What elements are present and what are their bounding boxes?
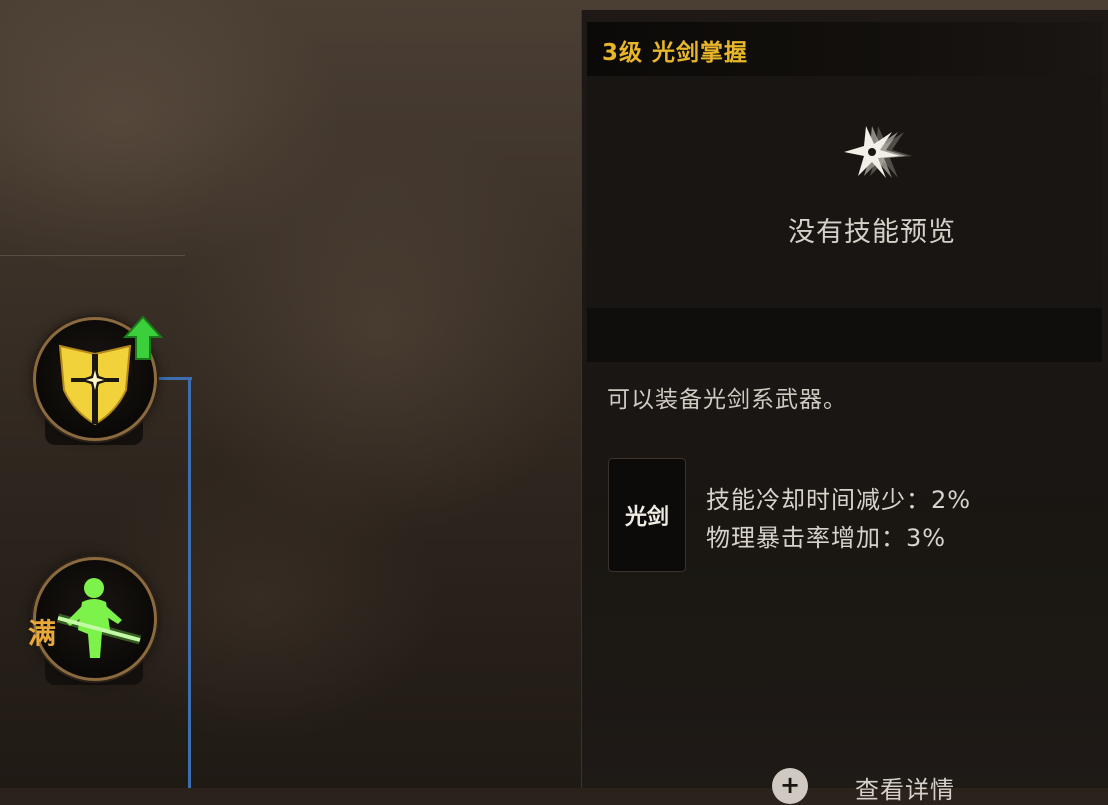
skill-node-shield[interactable]: 0	[30, 315, 163, 450]
equipment-type-badge: 光剑	[608, 458, 686, 572]
stat-crit-rate: 物理暴击率增加：3%	[706, 524, 947, 552]
upgrade-arrow-icon	[123, 315, 163, 360]
no-preview-icon	[844, 126, 912, 178]
preview-footer-bar	[587, 308, 1102, 362]
skill-connector-vertical	[188, 377, 191, 788]
equipment-type-label: 光剑	[624, 505, 669, 530]
no-preview-text: 没有技能预览	[788, 217, 956, 248]
stat-cooldown: 技能冷却时间减少：2%	[706, 486, 972, 514]
plus-icon[interactable]: +	[772, 768, 808, 804]
skill-description: 可以装备光剑系武器。	[607, 387, 847, 413]
max-level-badge: 满	[28, 617, 57, 650]
skill-node-lightsaber[interactable]: 1 满	[28, 555, 160, 690]
skill-title: 3级 光剑掌握	[602, 40, 749, 66]
divider-line	[0, 255, 185, 256]
